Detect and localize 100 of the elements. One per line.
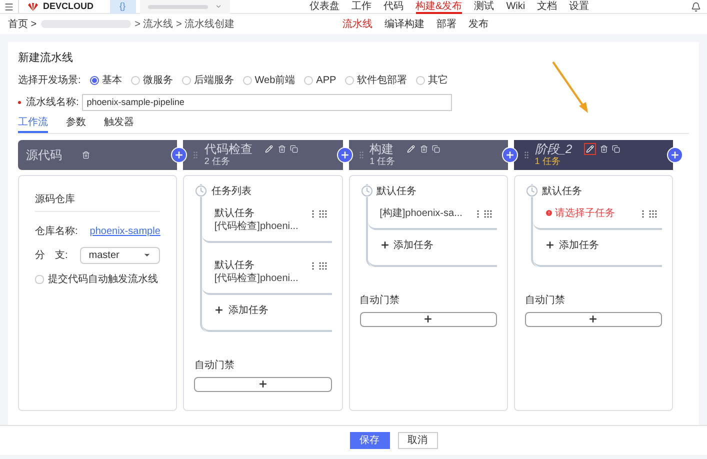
field-label: 选择开发场景: — [18, 74, 81, 88]
plus-icon — [588, 314, 598, 324]
scene-radio[interactable]: 软件包部署 — [345, 72, 408, 88]
caret-icon — [214, 3, 222, 10]
delete-icon[interactable] — [278, 145, 286, 153]
branch-select[interactable]: master — [80, 246, 160, 264]
save-button[interactable]: 保存 — [350, 432, 390, 449]
delete-icon[interactable] — [600, 145, 608, 153]
drag-handle-icon[interactable] — [191, 148, 200, 160]
sub-nav-item[interactable]: 部署 — [436, 16, 457, 32]
stage-name: 代码检查 — [204, 142, 252, 156]
add-task-button[interactable]: 添加任务 — [544, 238, 599, 252]
task-group-title: 默认任务 — [376, 184, 417, 198]
plus-icon — [174, 150, 184, 160]
task-detail[interactable]: [代码检查]phoeni... — [214, 272, 308, 284]
scene-radio[interactable]: APP — [304, 72, 336, 88]
field-label: 流水线名称: — [26, 96, 79, 110]
add-gate-button[interactable] — [360, 312, 497, 326]
cancel-button[interactable]: 取消 — [398, 432, 438, 449]
task-count: 2 任务 — [204, 156, 231, 167]
edit-button[interactable] — [584, 143, 596, 155]
task-title: 默认任务 — [214, 258, 256, 272]
task-count: 1 任务 — [534, 156, 562, 167]
caret-icon — [143, 251, 152, 259]
annotation-arrow — [551, 60, 591, 116]
clock-icon — [526, 185, 538, 197]
add-task-button[interactable]: 添加任务 — [380, 238, 434, 252]
error-icon — [544, 209, 553, 217]
scene-radio[interactable]: 基本 — [90, 72, 122, 88]
plus-icon — [423, 314, 434, 324]
copy-icon[interactable] — [612, 145, 620, 153]
copy-icon[interactable] — [432, 145, 440, 153]
task-group-title: 默认任务 — [542, 184, 582, 198]
drag-handle-icon[interactable] — [648, 208, 658, 218]
repo-link[interactable]: phoenix-sample — [90, 224, 160, 238]
nav-item[interactable]: 测试 — [474, 0, 494, 14]
breadcrumb-link[interactable]: 首页 > — [8, 16, 37, 32]
sub-nav-item[interactable]: 发布 — [468, 16, 489, 32]
add-gate-button[interactable] — [524, 312, 662, 326]
field-label: 仓库名称: — [35, 224, 78, 238]
stage-name: 阶段_2 — [534, 142, 572, 156]
nav-item[interactable]: 设置 — [569, 0, 590, 14]
task-group-title: 任务列表 — [211, 184, 252, 198]
trigger-checkbox[interactable] — [35, 274, 44, 284]
drag-handle-icon[interactable] — [318, 260, 328, 270]
logo-icon — [27, 2, 39, 11]
nav-item[interactable]: 仪表盘 — [310, 0, 340, 14]
plus-icon — [670, 150, 680, 160]
scene-radio[interactable]: Web前端 — [242, 72, 296, 88]
nav-item[interactable]: 文档 — [537, 0, 558, 14]
gate-label: 自动门禁 — [194, 358, 236, 372]
plus-icon — [214, 305, 224, 315]
copy-icon[interactable] — [290, 145, 298, 153]
sub-nav-item[interactable]: 编译构建 — [384, 16, 425, 32]
add-stage-button[interactable] — [667, 146, 683, 162]
scene-radio[interactable]: 后端服务 — [182, 72, 234, 88]
stage-header[interactable]: 代码检查 2 任务 — [183, 140, 343, 170]
task-title: 默认任务 — [214, 206, 256, 220]
field-label: 分 支: — [35, 248, 68, 262]
tab[interactable]: 工作流 — [18, 114, 48, 132]
checkbox-label: 提交代码自动触发流水线 — [48, 272, 158, 286]
task-detail[interactable]: 请选择子任务 — [544, 206, 638, 220]
stage-name: 源代码 — [26, 148, 62, 162]
plus-icon — [544, 240, 555, 250]
drag-handle-icon[interactable] — [356, 148, 366, 160]
gate-label: 自动门禁 — [524, 294, 566, 308]
clock-icon — [195, 185, 208, 197]
nav-item[interactable]: Wiki — [506, 0, 526, 14]
drag-handle-icon[interactable] — [318, 208, 328, 218]
sub-nav-item[interactable]: 流水线 — [342, 16, 373, 32]
nav-item[interactable]: 工作 — [352, 0, 372, 14]
plus-icon — [504, 150, 515, 160]
tab[interactable]: 触发器 — [104, 114, 134, 132]
drag-handle-icon[interactable] — [522, 148, 531, 160]
plus-icon — [380, 240, 390, 250]
stage-name: 构建 — [370, 142, 394, 156]
drag-handle-icon[interactable] — [482, 208, 493, 218]
stage-header[interactable]: 源代码 — [18, 140, 178, 170]
pencil-icon — [586, 145, 594, 153]
tab[interactable]: 参数 — [66, 114, 86, 132]
add-task-button[interactable]: 添加任务 — [214, 302, 268, 318]
breadcrumb-trail: > 流水线 > 流水线创建 — [134, 18, 235, 32]
stage-header[interactable]: 阶段_2 1 任务 — [514, 140, 673, 170]
task-detail[interactable]: [代码检查]phoeni... — [214, 220, 308, 232]
task-count: 1 任务 — [370, 156, 396, 167]
clock-icon — [360, 185, 373, 197]
nav-item[interactable]: 代码 — [384, 0, 404, 14]
menu-icon[interactable] — [4, 2, 14, 12]
scene-radio[interactable]: 微服务 — [130, 72, 173, 88]
pipeline-name-field[interactable]: phoenix-sample-pipeline — [82, 94, 452, 110]
delete-icon[interactable] — [420, 145, 428, 153]
plus-icon — [258, 379, 268, 389]
logo-text: DEVCLOUD — [43, 0, 94, 13]
scene-radio[interactable]: 其它 — [416, 72, 448, 88]
add-gate-button[interactable] — [194, 376, 332, 392]
stage-header[interactable]: 构建 1 任务 — [348, 140, 508, 170]
pencil-icon — [265, 145, 274, 153]
notification-icon[interactable] — [691, 2, 701, 12]
task-detail[interactable]: [构建]phoenix-sa... — [380, 206, 473, 220]
delete-icon[interactable] — [82, 150, 90, 158]
